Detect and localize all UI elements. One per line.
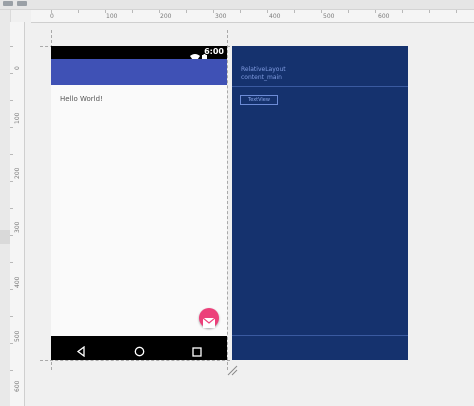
ruler-label: 200 [160,13,172,20]
status-bar: 6:00 [51,46,227,63]
floating-action-button[interactable] [199,308,219,328]
layout-type: RelativeLayout [241,66,286,73]
hello-textview[interactable]: Hello World! [60,95,103,103]
blueprint-guide-bottom [232,335,408,336]
back-triangle-icon[interactable] [76,342,86,361]
device-preview[interactable]: 6:00 Hello World! [51,46,227,360]
toolbar-button[interactable] [17,1,27,6]
app-bar [51,59,227,85]
blueprint-view[interactable]: RelativeLayout content_main TextView [232,46,408,360]
blueprint-textview-label: TextView [248,97,270,103]
device-guide-right [227,30,228,370]
blueprint-guide-top [232,86,408,87]
ruler-label: 400 [269,13,281,20]
ruler-label: 300 [215,13,227,20]
ruler-label: 500 [14,330,21,342]
horizontal-ruler: 0 100 200 300 400 500 600 [31,10,474,23]
blueprint-textview[interactable]: TextView [240,95,278,105]
ruler-label: 100 [106,13,118,20]
ruler-label: 100 [14,112,21,124]
recents-square-icon[interactable] [192,342,202,361]
blueprint-layout-label: RelativeLayout content_main [241,66,286,82]
toolbar-button[interactable] [3,1,13,6]
mail-icon [202,313,216,332]
ruler-label: 500 [323,13,335,20]
layout-id: content_main [241,74,282,81]
ruler-label: 600 [378,13,390,20]
home-circle-icon[interactable] [134,342,145,361]
editor-toolbar [0,0,474,10]
ruler-label: 0 [50,13,54,20]
resize-handle-icon[interactable] [226,361,238,380]
ruler-label: 300 [14,221,21,233]
ruler-label: 400 [14,276,21,288]
left-gutter-band [0,230,10,244]
ruler-label: 200 [14,167,21,179]
ruler-label: 600 [14,380,21,392]
ruler-label: 0 [14,66,21,70]
vertical-ruler: 0 100 200 300 400 500 600 [10,22,25,406]
navigation-bar [51,336,227,360]
status-time: 6:00 [204,47,224,56]
